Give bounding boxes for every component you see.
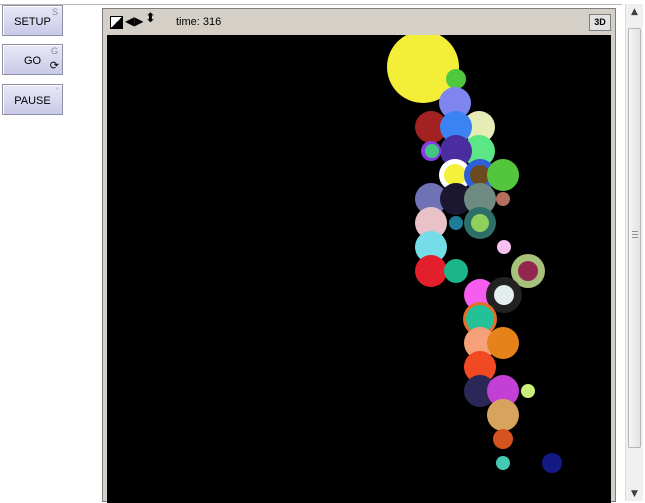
- turtle-agent: [446, 69, 466, 89]
- agents-layer: [387, 35, 562, 473]
- turtle-agent: [496, 192, 510, 206]
- turtle-agent: [497, 240, 511, 254]
- view-toolbar: ◀▶ ⬍ time: 316 3D: [103, 9, 615, 35]
- scroll-thumb[interactable]: [628, 28, 641, 448]
- pause-shortcut-key: ': [56, 86, 58, 96]
- turtle-agent: [444, 164, 466, 186]
- turtle-agent: [449, 216, 463, 230]
- turtle-agent: [444, 259, 468, 283]
- setup-shortcut-key: S: [51, 7, 58, 17]
- turtle-agent: [494, 285, 514, 305]
- world-canvas[interactable]: [107, 35, 611, 503]
- turtle-agent: [425, 144, 439, 158]
- resize-vertical-icon[interactable]: ⬍: [145, 12, 156, 25]
- turtle-agent: [487, 399, 519, 431]
- 3d-view-button[interactable]: 3D: [589, 14, 611, 31]
- scroll-down-icon[interactable]: ▼: [626, 489, 643, 499]
- turtle-agent: [487, 159, 519, 191]
- tick-counter: time: 316: [176, 16, 222, 28]
- turtle-agent: [493, 429, 513, 449]
- world-view: ◀▶ ⬍ time: 316 3D: [102, 8, 616, 503]
- go-shortcut-key: G: [50, 46, 58, 56]
- vertical-scrollbar[interactable]: ▲ ▼: [625, 4, 643, 501]
- turtle-agent: [521, 384, 535, 398]
- turtle-agent: [496, 456, 510, 470]
- resize-horizontal-icon[interactable]: ◀▶: [125, 15, 143, 27]
- setup-button-label: SETUP: [14, 16, 51, 28]
- turtle-agent: [487, 327, 519, 359]
- grip-icon: [632, 231, 638, 238]
- top-separator: [0, 4, 622, 5]
- setup-button[interactable]: SETUP S: [2, 5, 63, 36]
- scroll-up-icon[interactable]: ▲: [626, 7, 643, 17]
- go-button[interactable]: GO G ⟳: [2, 44, 63, 75]
- turtle-agent: [415, 255, 447, 287]
- turtle-agent: [471, 214, 489, 232]
- pause-button-label: PAUSE: [14, 95, 51, 107]
- pause-button[interactable]: PAUSE ': [2, 84, 63, 115]
- edit-shape-icon[interactable]: [110, 16, 123, 29]
- loop-icon: ⟳: [49, 60, 59, 72]
- turtle-agent: [518, 261, 538, 281]
- turtle-agent: [542, 453, 562, 473]
